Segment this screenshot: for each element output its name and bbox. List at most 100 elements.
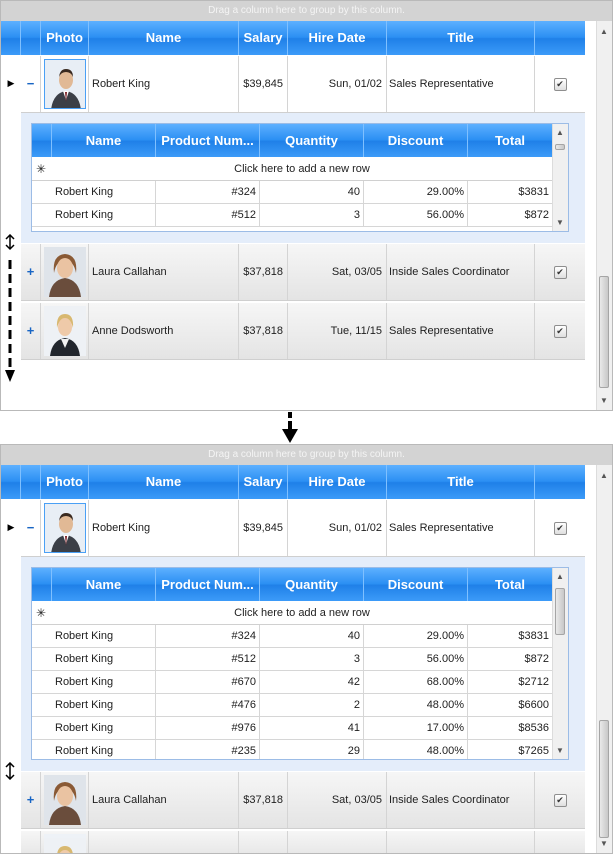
employee-row[interactable]: + Laura Callahan $37,818 Sat, 03/05 Insi… bbox=[21, 244, 585, 301]
column-header-hire-date[interactable]: Hire Date bbox=[288, 21, 387, 55]
column-header-salary[interactable]: Salary bbox=[239, 465, 288, 499]
scroll-thumb[interactable] bbox=[599, 720, 609, 838]
scroll-down-icon[interactable]: ▼ bbox=[600, 396, 608, 405]
order-total: $872 bbox=[468, 204, 553, 226]
employee-row[interactable]: − Robert King $39,845 Sun, 01/02 Sales R… bbox=[21, 56, 585, 113]
order-product-number: #976 bbox=[156, 717, 260, 739]
employee-row[interactable]: − Robert King $39,845 Sun, 01/02 Sales R… bbox=[21, 500, 585, 557]
checkbox[interactable]: ✔ bbox=[553, 521, 567, 535]
column-header-checkbox[interactable] bbox=[535, 465, 585, 499]
order-quantity: 3 bbox=[260, 204, 364, 226]
expand-button[interactable]: + bbox=[21, 772, 41, 828]
order-row[interactable]: Robert King #670 42 68.00% $2712 bbox=[32, 671, 568, 694]
order-row[interactable]: Robert King #976 41 17.00% $8536 bbox=[32, 717, 568, 740]
employee-checkbox-cell[interactable]: ✔ bbox=[535, 500, 585, 556]
order-row[interactable]: Robert King #324 40 29.00% $3831 bbox=[32, 181, 568, 204]
orders-column-name[interactable]: Name bbox=[52, 568, 156, 601]
order-total: $6600 bbox=[468, 694, 553, 716]
scroll-down-icon[interactable]: ▼ bbox=[600, 839, 608, 848]
scroll-up-icon[interactable]: ▲ bbox=[600, 471, 608, 480]
order-discount: 68.00% bbox=[364, 671, 468, 693]
scroll-up-icon[interactable]: ▲ bbox=[600, 27, 608, 36]
checkbox[interactable]: ✔ bbox=[553, 324, 567, 338]
collapse-button[interactable]: − bbox=[21, 56, 41, 112]
scroll-thumb[interactable] bbox=[555, 588, 565, 635]
order-name: Robert King bbox=[52, 717, 156, 739]
orders-column-product-number[interactable]: Product Num... bbox=[156, 568, 260, 601]
employee-name: Laura Callahan bbox=[89, 772, 239, 828]
employee-row-partial[interactable] bbox=[21, 831, 585, 853]
employee-row[interactable]: + Laura Callahan $37,818 Sat, 03/05 Insi… bbox=[21, 772, 585, 829]
avatar bbox=[44, 775, 86, 825]
orders-column-total[interactable]: Total bbox=[468, 124, 553, 157]
order-discount: 56.00% bbox=[364, 648, 468, 670]
checkbox[interactable]: ✔ bbox=[553, 77, 567, 91]
expand-button-partial[interactable] bbox=[21, 831, 41, 853]
current-row-arrow-icon: ▶ bbox=[7, 78, 15, 88]
group-by-panel[interactable]: Drag a column here to group by this colu… bbox=[1, 445, 612, 465]
scroll-thumb[interactable] bbox=[599, 276, 609, 388]
orders-column-discount[interactable]: Discount bbox=[364, 124, 468, 157]
scroll-thumb[interactable] bbox=[555, 144, 565, 150]
expand-button[interactable]: + bbox=[21, 244, 41, 300]
employee-name: Robert King bbox=[89, 500, 239, 556]
column-header-photo[interactable]: Photo bbox=[41, 465, 89, 499]
employee-title: Inside Sales Coordinator bbox=[387, 772, 535, 828]
order-product-number: #235 bbox=[156, 740, 260, 759]
scroll-up-icon[interactable]: ▲ bbox=[556, 128, 564, 137]
order-row[interactable]: Robert King #476 2 48.00% $6600 bbox=[32, 694, 568, 717]
employee-title: Sales Representative bbox=[387, 303, 535, 359]
add-row-icon: ✳ bbox=[36, 162, 47, 176]
orders-scrollbar[interactable]: ▲ ▼ bbox=[552, 568, 568, 759]
scroll-up-icon[interactable]: ▲ bbox=[556, 572, 564, 581]
order-discount: 48.00% bbox=[364, 740, 468, 759]
column-header-title[interactable]: Title bbox=[387, 465, 535, 499]
scroll-down-icon[interactable]: ▼ bbox=[556, 746, 564, 755]
orders-column-total[interactable]: Total bbox=[468, 568, 553, 601]
add-new-row[interactable]: ✳ Click here to add a new row bbox=[32, 602, 568, 625]
order-product-number: #324 bbox=[156, 625, 260, 647]
orders-column-name[interactable]: Name bbox=[52, 124, 156, 157]
grid-scrollbar[interactable]: ▲ ▼ bbox=[596, 21, 612, 410]
order-row[interactable]: Robert King #324 40 29.00% $3831 bbox=[32, 625, 568, 648]
employee-checkbox-partial bbox=[535, 831, 585, 853]
order-product-number: #512 bbox=[156, 648, 260, 670]
add-new-row[interactable]: ✳ Click here to add a new row bbox=[32, 158, 568, 181]
checkbox[interactable]: ✔ bbox=[553, 265, 567, 279]
employee-title: Sales Representative bbox=[387, 56, 535, 112]
add-row-label: Click here to add a new row bbox=[234, 607, 370, 619]
order-quantity: 42 bbox=[260, 671, 364, 693]
employee-checkbox-cell[interactable]: ✔ bbox=[535, 772, 585, 828]
down-arrow-icon bbox=[281, 410, 299, 444]
orders-column-quantity[interactable]: Quantity bbox=[260, 124, 364, 157]
orders-column-discount[interactable]: Discount bbox=[364, 568, 468, 601]
orders-column-quantity[interactable]: Quantity bbox=[260, 568, 364, 601]
orders-column-product-number[interactable]: Product Num... bbox=[156, 124, 260, 157]
order-product-number: #476 bbox=[156, 694, 260, 716]
column-header-photo[interactable]: Photo bbox=[41, 21, 89, 55]
employee-row[interactable]: + Anne Dodsworth $37,818 Tue, 11/15 Sale… bbox=[21, 303, 585, 360]
column-header-hire-date[interactable]: Hire Date bbox=[288, 465, 387, 499]
order-row[interactable]: Robert King #235 29 48.00% $7265 bbox=[32, 740, 568, 759]
orders-scrollbar[interactable]: ▲ ▼ bbox=[552, 124, 568, 231]
scroll-down-icon[interactable]: ▼ bbox=[556, 218, 564, 227]
employee-checkbox-cell[interactable]: ✔ bbox=[535, 303, 585, 359]
column-header-salary[interactable]: Salary bbox=[239, 21, 288, 55]
order-row[interactable]: Robert King #512 3 56.00% $872 bbox=[32, 648, 568, 671]
column-header-checkbox[interactable] bbox=[535, 21, 585, 55]
column-header-name[interactable]: Name bbox=[89, 465, 239, 499]
expand-button[interactable]: + bbox=[21, 303, 41, 359]
column-header-title[interactable]: Title bbox=[387, 21, 535, 55]
collapse-button[interactable]: − bbox=[21, 500, 41, 556]
employee-checkbox-cell[interactable]: ✔ bbox=[535, 56, 585, 112]
group-by-panel[interactable]: Drag a column here to group by this colu… bbox=[1, 1, 612, 21]
grid-scrollbar[interactable]: ▲ ▼ bbox=[596, 465, 612, 853]
column-header-name[interactable]: Name bbox=[89, 21, 239, 55]
employee-title: Sales Representative bbox=[387, 500, 535, 556]
header-spacer bbox=[1, 21, 21, 55]
orders-grid: Name Product Num... Quantity Discount To… bbox=[31, 123, 569, 232]
checkbox[interactable]: ✔ bbox=[553, 793, 567, 807]
employee-photo bbox=[41, 772, 89, 828]
order-row[interactable]: Robert King #512 3 56.00% $872 bbox=[32, 204, 568, 227]
employee-checkbox-cell[interactable]: ✔ bbox=[535, 244, 585, 300]
